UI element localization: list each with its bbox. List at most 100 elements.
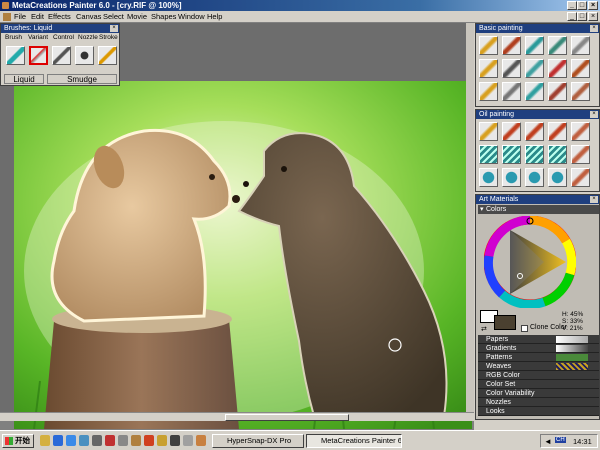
brush-liquid-icon[interactable] xyxy=(29,46,48,65)
marker-icon[interactable] xyxy=(525,36,544,55)
brush-icon[interactable] xyxy=(502,36,521,55)
menu-shapes[interactable]: Shapes xyxy=(151,11,176,23)
menu-window[interactable]: Window xyxy=(178,11,205,23)
brush-chalk-icon[interactable] xyxy=(6,46,25,65)
quicklaunch-app2-icon[interactable] xyxy=(105,435,115,446)
palette-knife-icon[interactable] xyxy=(548,36,567,55)
quicklaunch-app4-icon[interactable] xyxy=(131,435,141,446)
section-papers[interactable]: Papers xyxy=(478,335,599,344)
quicklaunch-app8-icon[interactable] xyxy=(183,435,193,446)
menu-canvas[interactable]: Canvas xyxy=(76,11,101,23)
close-icon[interactable]: × xyxy=(590,196,598,203)
oil-brush-3-icon[interactable] xyxy=(525,122,544,141)
menu-effects[interactable]: Effects xyxy=(48,11,71,23)
pen-icon[interactable] xyxy=(502,59,521,78)
oil-brush-5-icon[interactable] xyxy=(571,122,590,141)
quicklaunch-app7-icon[interactable] xyxy=(170,435,180,446)
tab-stroke[interactable]: Stroke xyxy=(99,33,118,43)
quicklaunch-app9-icon[interactable] xyxy=(196,435,206,446)
maximize-button[interactable]: □ xyxy=(577,1,587,10)
menu-file[interactable]: File xyxy=(14,11,26,23)
close-icon[interactable]: × xyxy=(590,25,598,32)
speaker-icon[interactable]: ◄ xyxy=(544,437,552,446)
cloner-icon[interactable] xyxy=(571,82,590,101)
puppies-painting xyxy=(14,81,472,429)
section-gradients[interactable]: Gradients xyxy=(478,344,599,353)
quicklaunch-desktop-icon[interactable] xyxy=(79,435,89,446)
oil-stroke-1-icon[interactable] xyxy=(479,145,498,164)
quicklaunch-outlook-icon[interactable] xyxy=(66,435,76,446)
burn-icon[interactable] xyxy=(548,82,567,101)
oil-blend-3-icon[interactable] xyxy=(525,168,544,187)
close-icon[interactable]: × xyxy=(590,111,598,118)
oil-blend-1-icon[interactable] xyxy=(479,168,498,187)
oil-brush-1-icon[interactable] xyxy=(479,122,498,141)
section-color-variability[interactable]: Color Variability xyxy=(478,389,599,398)
doc-minimize-button[interactable]: _ xyxy=(567,12,577,21)
colors-section-header[interactable]: ▾ Colors xyxy=(478,205,599,214)
oil-brush-icon[interactable] xyxy=(571,59,590,78)
oil-stroke-3-icon[interactable] xyxy=(525,145,544,164)
primary-color-swatch[interactable] xyxy=(494,315,516,330)
tab-control[interactable]: Control xyxy=(53,33,74,43)
section-rgb-color[interactable]: RGB Color xyxy=(478,371,599,380)
doc-restore-button[interactable]: □ xyxy=(577,12,587,21)
section-nozzles[interactable]: Nozzles xyxy=(478,398,599,407)
pencil-icon[interactable] xyxy=(479,59,498,78)
clone-color-checkbox[interactable] xyxy=(521,325,528,332)
doc-close-button[interactable]: × xyxy=(588,12,598,21)
menu-help[interactable]: Help xyxy=(207,11,222,23)
chalk-icon[interactable] xyxy=(525,59,544,78)
menu-edit[interactable]: Edit xyxy=(31,11,44,23)
task-painter[interactable]: MetaCreations Painter 6.... xyxy=(306,434,402,448)
menu-movie[interactable]: Movie xyxy=(127,11,147,23)
swap-colors-icon[interactable]: ⇄ xyxy=(481,325,487,333)
start-button[interactable]: 开始 xyxy=(2,434,34,448)
clock[interactable]: 14:31 xyxy=(573,437,592,446)
vertical-scrollbar[interactable] xyxy=(466,23,474,412)
oil-stroke-4-icon[interactable] xyxy=(548,145,567,164)
eraser-icon[interactable] xyxy=(479,82,498,101)
brush-nozzle-icon[interactable] xyxy=(75,46,94,65)
brush-pencil-icon[interactable] xyxy=(98,46,117,65)
quicklaunch-app5-icon[interactable] xyxy=(144,435,154,446)
smear-icon[interactable] xyxy=(548,59,567,78)
brush-variant-select[interactable]: Smudge xyxy=(47,74,117,84)
section-weaves[interactable]: Weaves xyxy=(478,362,599,371)
quicklaunch-app1-icon[interactable] xyxy=(92,435,102,446)
brush-category-select[interactable]: Liquid xyxy=(4,74,44,84)
painting-canvas[interactable] xyxy=(14,81,472,429)
oil-blend-5-icon[interactable] xyxy=(571,168,590,187)
menu-select[interactable]: Select xyxy=(103,11,124,23)
felt-pen-icon[interactable] xyxy=(479,36,498,55)
quicklaunch-explorer-icon[interactable] xyxy=(40,435,50,446)
tab-nozzle[interactable]: Nozzle xyxy=(78,33,98,43)
scroll-thumb[interactable] xyxy=(225,414,349,421)
oil-stroke-2-icon[interactable] xyxy=(502,145,521,164)
oil-brush-4-icon[interactable] xyxy=(548,122,567,141)
oil-blend-2-icon[interactable] xyxy=(502,168,521,187)
minimize-button[interactable]: _ xyxy=(567,1,577,10)
quicklaunch-ie-icon[interactable] xyxy=(53,435,63,446)
menu-bar: File Edit Effects Canvas Select Movie Sh… xyxy=(0,11,600,23)
brush-airbrush-icon[interactable] xyxy=(52,46,71,65)
quicklaunch-app6-icon[interactable] xyxy=(157,435,167,446)
dodge-icon[interactable] xyxy=(502,82,521,101)
oil-brush-2-icon[interactable] xyxy=(502,122,521,141)
water-icon[interactable] xyxy=(525,82,544,101)
quicklaunch-app3-icon[interactable] xyxy=(118,435,128,446)
paint-icon[interactable] xyxy=(571,36,590,55)
section-looks[interactable]: Looks xyxy=(478,407,599,416)
oil-stroke-5-icon[interactable] xyxy=(571,145,590,164)
tab-brush[interactable]: Brush xyxy=(5,33,22,43)
horizontal-scrollbar[interactable] xyxy=(0,412,474,421)
section-color-set[interactable]: Color Set xyxy=(478,380,599,389)
color-wheel[interactable] xyxy=(484,216,576,308)
oil-blend-4-icon[interactable] xyxy=(548,168,567,187)
close-button[interactable]: × xyxy=(588,1,598,10)
section-patterns[interactable]: Patterns xyxy=(478,353,599,362)
ime-indicator[interactable]: CH xyxy=(555,437,566,443)
close-icon[interactable]: × xyxy=(110,25,118,32)
task-hypersnap[interactable]: HyperSnap-DX Pro xyxy=(212,434,304,448)
tab-variant[interactable]: Variant xyxy=(28,33,48,43)
